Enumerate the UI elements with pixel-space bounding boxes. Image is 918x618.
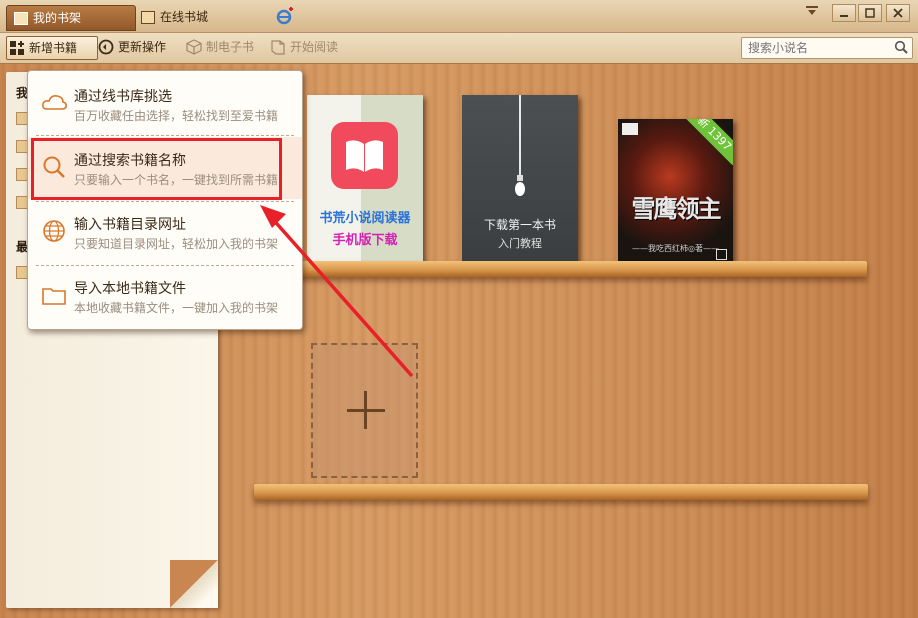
tab-label: 在线书城 [160, 10, 209, 24]
lamp-cord [519, 95, 521, 175]
plus-icon [364, 391, 367, 429]
add-book-button[interactable]: 新增书籍 [6, 36, 98, 60]
book-subtitle: 手机版下载 [332, 233, 398, 248]
add-book-slot[interactable] [311, 343, 418, 478]
menu-item-subtitle: 本地收藏书籍文件，一键加入我的书架 [74, 301, 279, 315]
search-input[interactable] [746, 39, 890, 57]
add-book-label: 新增书籍 [29, 41, 78, 55]
menu-item-import-local[interactable]: 导入本地书籍文件 本地收藏书籍文件，一键加入我的书架 [28, 265, 302, 327]
store-icon [141, 11, 155, 24]
close-button[interactable] [886, 4, 910, 22]
shelf-board [253, 261, 867, 277]
more-actions-label: 更新操作 [118, 40, 167, 54]
toolbar: 新增书籍 更新操作 制电子书 开始阅读 [0, 33, 918, 64]
menu-item-enter-url[interactable]: 输入书籍目录网址 只要知道目录网址，轻松加入我的书架 [28, 201, 302, 263]
menu-item-subtitle: 百万收藏任由选择，轻松找到至爱书籍 [74, 109, 279, 123]
book-subtitle: 入门教程 [498, 237, 542, 250]
book-open-icon [271, 40, 285, 55]
book-app-icon [331, 122, 398, 189]
refresh-icon [98, 39, 114, 55]
tab-online-bookstore[interactable]: 在线书城 [134, 5, 240, 29]
shelf-board [254, 484, 868, 500]
menu-item-title: 通过线书库挑选 [74, 89, 172, 105]
book-title: 下载第一本书 [483, 218, 556, 232]
menu-caret-icon[interactable] [806, 6, 818, 16]
book-title: 书荒小说阅读器 [319, 211, 411, 226]
book-title: 雪鹰领主 [631, 195, 722, 223]
start-reading-label: 开始阅读 [290, 40, 339, 54]
cloud-icon [42, 95, 67, 110]
search-box[interactable] [741, 37, 913, 59]
add-grid-icon [10, 41, 24, 55]
maximize-button[interactable] [858, 4, 882, 22]
book-cover[interactable]: 新 1397 雪鹰领主 ——我吃西红柿◎著—— [618, 119, 733, 263]
more-actions-button[interactable]: 更新操作 [96, 36, 166, 58]
minimize-button[interactable] [832, 4, 856, 22]
tab-label: 我的书架 [33, 11, 82, 25]
globe-icon [43, 220, 65, 242]
search-icon[interactable] [894, 40, 908, 54]
annotation-highlight-box [31, 138, 282, 200]
bookshelf-icon [14, 12, 28, 25]
browser-icon[interactable] [276, 7, 294, 25]
maximize-icon [865, 8, 875, 18]
menu-item-browse-library[interactable]: 通过线书库挑选 百万收藏任由选择，轻松找到至爱书籍 [28, 73, 302, 135]
make-ebook-label: 制电子书 [206, 40, 255, 54]
menu-divider [36, 135, 294, 136]
menu-item-title: 导入本地书籍文件 [74, 281, 186, 297]
start-reading-button[interactable]: 开始阅读 [268, 36, 338, 58]
book-cover[interactable]: 书荒小说阅读器 手机版下载 [307, 95, 423, 263]
save-icon [716, 249, 727, 260]
new-chapters-ribbon: 新 1397 [682, 119, 733, 166]
publisher-logo [622, 123, 638, 135]
menu-item-title: 输入书籍目录网址 [74, 217, 186, 233]
cube-icon [186, 39, 202, 55]
close-icon [893, 8, 903, 18]
menu-item-subtitle: 只要知道目录网址，轻松加入我的书架 [74, 237, 279, 251]
book-cover[interactable]: 下载第一本书 入门教程 [462, 95, 578, 263]
make-ebook-button[interactable]: 制电子书 [184, 36, 254, 58]
page-curl [170, 560, 218, 608]
title-bar: 我的书架 在线书城 [0, 0, 918, 33]
open-book-icon [346, 140, 383, 172]
lightbulb-icon [515, 175, 525, 196]
minimize-icon [840, 15, 848, 17]
add-book-menu: 通过线书库挑选 百万收藏任由选择，轻松找到至爱书籍 通过搜索书籍名称 只要输入一… [27, 70, 303, 330]
folder-icon [42, 288, 66, 305]
tab-my-bookshelf[interactable]: 我的书架 [6, 5, 136, 31]
